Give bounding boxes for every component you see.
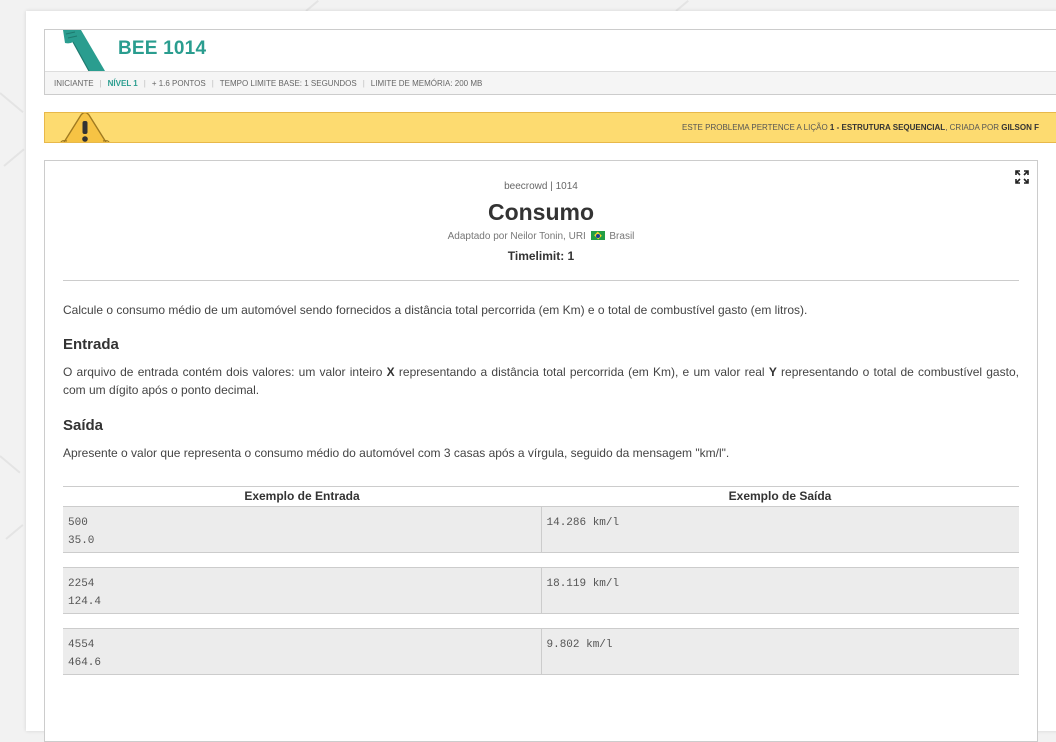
output-section-text: Apresente o valor que representa o consu…	[63, 446, 730, 460]
category-label[interactable]: INICIANTE	[54, 79, 100, 88]
example-row: 2254 124.4 18.119 km/l	[63, 568, 1019, 614]
variable-x: X	[386, 365, 395, 379]
warning-icon	[60, 113, 110, 142]
problem-header: BEE 1014 INICIANTE | NÍVEL 1 | + 1.6 PON…	[44, 29, 1056, 95]
country-text: Brasil	[609, 231, 635, 242]
variable-y: Y	[768, 365, 777, 379]
background-decoration	[675, 0, 689, 12]
lesson-notice-text: ESTE PROBLEMA PERTENCE A LIÇÃO 1 - ESTRU…	[682, 123, 1039, 132]
output-section-title: Saída	[63, 417, 104, 434]
lesson-link[interactable]: 1 - ESTRUTURA SEQUENCIAL	[830, 123, 945, 132]
problem-author: Adaptado por Neilor Tonin, URI Brasil	[45, 231, 1037, 242]
brazil-flag-icon	[590, 231, 605, 240]
background-decoration	[0, 455, 21, 474]
problem-code: BEE 1014	[118, 38, 207, 59]
examples-header: Exemplo de Entrada Exemplo de Saída	[63, 486, 1019, 507]
adapted-by-text[interactable]: Adaptado por Neilor Tonin, URI	[448, 231, 586, 242]
beecrowd-logo-icon[interactable]	[61, 30, 107, 71]
background-decoration	[0, 92, 24, 114]
level-label: NÍVEL 1	[107, 78, 138, 88]
timelimit-text: Timelimit: 1	[507, 249, 575, 263]
example-output-cell[interactable]: 14.286 km/l	[542, 507, 1020, 552]
page-container: BEE 1014 INICIANTE | NÍVEL 1 | + 1.6 PON…	[26, 11, 1056, 742]
input-text-part: O arquivo de entrada contém dois valores…	[63, 365, 383, 379]
problem-title: Consumo	[487, 199, 595, 225]
points-label: + 1.6 PONTOS	[151, 78, 206, 88]
lesson-author[interactable]: GILSON F	[1001, 123, 1039, 132]
divider	[63, 280, 1019, 281]
notice-created-by: , CRIADA POR	[945, 123, 999, 132]
example-input-cell[interactable]: 4554 464.6	[63, 629, 542, 674]
problem-meta-bar: INICIANTE | NÍVEL 1 | + 1.6 PONTOS | TEM…	[45, 72, 1056, 94]
input-section-title: Entrada	[63, 336, 119, 353]
example-spacer	[63, 553, 1019, 568]
example-input-header: Exemplo de Entrada	[244, 489, 360, 503]
example-input-cell[interactable]: 2254 124.4	[63, 568, 542, 613]
example-spacer	[63, 614, 1019, 629]
example-input-cell[interactable]: 500 35.0	[63, 507, 542, 552]
example-output-header: Exemplo de Saída	[728, 489, 832, 503]
example-row: 500 35.0 14.286 km/l	[63, 507, 1019, 553]
example-row: 4554 464.6 9.802 km/l	[63, 629, 1019, 675]
memory-limit-label: LIMITE DE MEMÓRIA: 200 MB	[370, 78, 483, 88]
background-decoration	[3, 148, 25, 167]
background-decoration	[5, 524, 24, 540]
notice-prefix: ESTE PROBLEMA PERTENCE A LIÇÃO	[682, 123, 828, 132]
input-text-part: representando a distância total percorri…	[398, 365, 765, 379]
background-decoration	[305, 0, 319, 12]
problem-origin: beecrowd | 1014	[504, 181, 578, 192]
problem-card: beecrowd | 1014 Consumo Adaptado por Nei…	[44, 160, 1038, 742]
input-section-text: O arquivo de entrada contém dois valores…	[63, 363, 1019, 399]
problem-description: Calcule o consumo médio de um automóvel …	[63, 303, 808, 317]
example-output-cell[interactable]: 9.802 km/l	[542, 629, 1020, 674]
time-limit-label: TEMPO LIMITE BASE: 1 SEGUNDOS	[219, 78, 357, 88]
lesson-notice-bar: ESTE PROBLEMA PERTENCE A LIÇÃO 1 - ESTRU…	[44, 112, 1056, 143]
example-output-cell[interactable]: 18.119 km/l	[542, 568, 1020, 613]
examples-table: Exemplo de Entrada Exemplo de Saída 500 …	[63, 486, 1019, 675]
